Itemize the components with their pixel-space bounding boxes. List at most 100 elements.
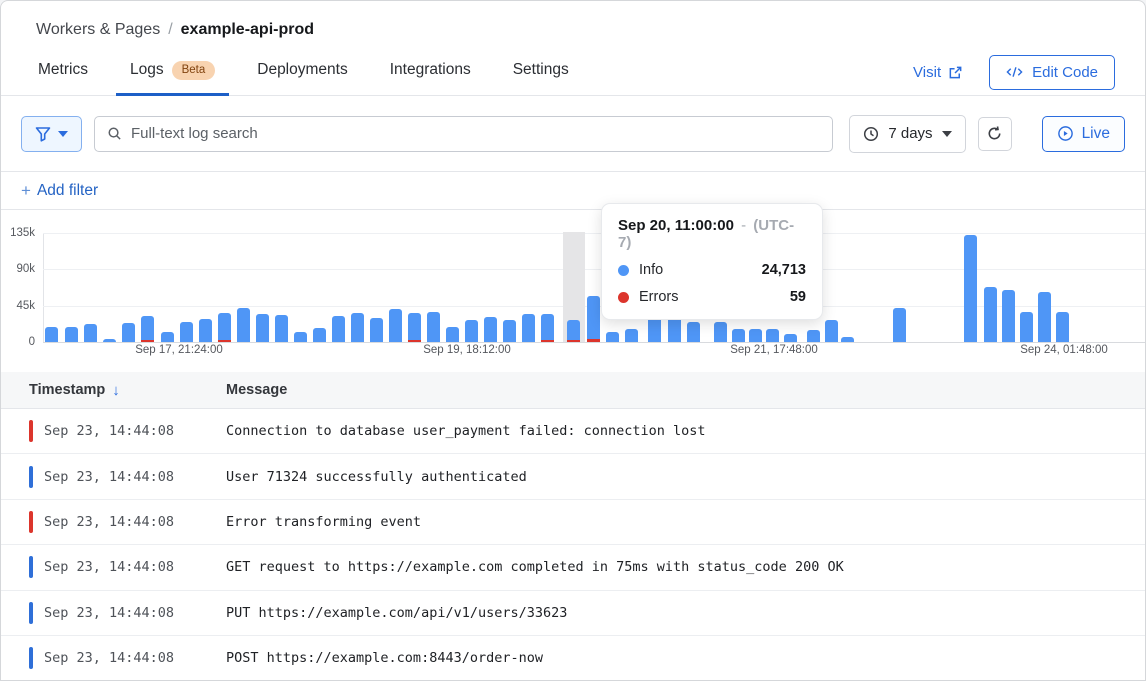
chart-bar[interactable] (964, 235, 977, 342)
series-color-dot (618, 292, 629, 303)
tab-settings[interactable]: Settings (511, 49, 571, 95)
chart-bar[interactable] (218, 313, 231, 342)
chart-bar[interactable] (503, 320, 516, 342)
chart-bar[interactable] (587, 296, 600, 342)
live-button[interactable]: Live (1042, 116, 1125, 152)
chart-bar[interactable] (1038, 292, 1051, 342)
log-row[interactable]: Sep 23, 14:44:08PUT https://example.com/… (1, 591, 1145, 636)
chart-bar[interactable] (841, 337, 854, 342)
chart-bar[interactable] (427, 312, 440, 342)
bar-info-segment (503, 320, 516, 342)
chart-bar[interactable] (256, 314, 269, 342)
chart-bar[interactable] (1020, 312, 1033, 342)
chart-bar[interactable] (45, 327, 58, 342)
chart-bar[interactable] (625, 329, 638, 342)
chart-bar[interactable] (65, 327, 78, 342)
chart-bar[interactable] (687, 322, 700, 342)
chart-bar[interactable] (161, 332, 174, 342)
log-row[interactable]: Sep 23, 14:44:08Connection to database u… (1, 409, 1145, 454)
chart-bar[interactable] (714, 322, 727, 342)
chart-bar[interactable] (199, 319, 212, 342)
tab-integrations[interactable]: Integrations (388, 49, 473, 95)
refresh-button[interactable] (978, 117, 1012, 151)
chart-bar[interactable] (606, 332, 619, 342)
bar-info-segment (122, 323, 135, 342)
tab-deployments[interactable]: Deployments (255, 49, 349, 95)
log-row[interactable]: Sep 23, 14:44:08GET request to https://e… (1, 545, 1145, 590)
chart-bar[interactable] (1056, 312, 1069, 342)
breadcrumb-section[interactable]: Workers & Pages (36, 21, 160, 39)
bar-info-segment (218, 313, 231, 340)
add-filter-button[interactable]: + Add filter (21, 181, 98, 201)
chart-bar[interactable] (784, 334, 797, 342)
chart-bar[interactable] (313, 328, 326, 342)
chart-bar[interactable] (567, 320, 580, 342)
chart-bar[interactable] (370, 318, 383, 342)
chart-bar[interactable] (541, 314, 554, 342)
chart-bar[interactable] (446, 327, 459, 342)
visit-link[interactable]: Visit (913, 64, 963, 81)
chart-bar[interactable] (984, 287, 997, 342)
bar-info-segment (199, 319, 212, 342)
chart-bar[interactable] (1002, 290, 1015, 342)
chart-bar[interactable] (484, 317, 497, 342)
bar-info-segment (687, 322, 700, 342)
chart-bar[interactable] (103, 339, 116, 342)
chart-bar[interactable] (389, 309, 402, 342)
chart-bar[interactable] (749, 329, 762, 342)
chart-bar[interactable] (84, 324, 97, 342)
bar-info-segment (351, 313, 364, 342)
time-range-dropdown[interactable]: 7 days (849, 115, 965, 153)
log-row[interactable]: Sep 23, 14:44:08User 71324 successfully … (1, 454, 1145, 499)
bar-info-segment (1020, 312, 1033, 342)
column-label: Timestamp (29, 382, 105, 398)
bar-info-segment (313, 328, 326, 342)
chart-bar[interactable] (122, 323, 135, 342)
chart-bar[interactable] (294, 332, 307, 342)
chart-bar[interactable] (807, 330, 820, 342)
filter-button[interactable] (21, 116, 82, 152)
log-row[interactable]: Sep 23, 14:44:08POST https://example.com… (1, 636, 1145, 681)
tooltip-title: Sep 20, 11:00:00 - (UTC-7) (618, 217, 806, 251)
series-color-dot (618, 265, 629, 276)
log-timestamp: Sep 23, 14:44:08 (44, 514, 226, 530)
edit-code-button[interactable]: Edit Code (989, 55, 1115, 90)
chart-bar[interactable] (351, 313, 364, 342)
bar-info-segment (332, 316, 345, 342)
bar-info-segment (446, 327, 459, 342)
log-timestamp: Sep 23, 14:44:08 (44, 423, 226, 439)
search-box[interactable] (94, 116, 833, 152)
chart-bar[interactable] (275, 315, 288, 342)
bar-info-segment (522, 314, 535, 342)
bar-info-segment (465, 320, 478, 342)
chart-bar[interactable] (408, 313, 421, 342)
chart-bar[interactable] (825, 320, 838, 342)
log-table-header: Timestamp ↓ Message (1, 372, 1145, 409)
chart-bar[interactable] (732, 329, 745, 342)
sort-desc-icon[interactable]: ↓ (112, 382, 120, 399)
chart-bar[interactable] (332, 316, 345, 342)
tab-metrics[interactable]: Metrics (36, 49, 90, 95)
log-timestamp: Sep 23, 14:44:08 (44, 605, 226, 621)
bar-info-segment (893, 308, 906, 342)
page-title: example-api-prod (181, 21, 314, 39)
chart-bar[interactable] (237, 308, 250, 342)
chart-bar[interactable] (141, 316, 154, 342)
tab-label: Logs (130, 61, 164, 79)
log-timestamp: Sep 23, 14:44:08 (44, 650, 226, 666)
search-input[interactable] (131, 125, 820, 142)
chart-bar[interactable] (465, 320, 478, 342)
chart-bar[interactable] (766, 329, 779, 342)
visit-label: Visit (913, 64, 941, 81)
column-header-message[interactable]: Message (198, 382, 287, 398)
chart-bar[interactable] (522, 314, 535, 342)
tab-logs[interactable]: Logs Beta (128, 49, 217, 96)
chart-bar[interactable] (648, 317, 661, 342)
bar-info-segment (732, 329, 745, 342)
log-row[interactable]: Sep 23, 14:44:08Error transforming event (1, 500, 1145, 545)
workers-logs-page: Workers & Pages / example-api-prod Metri… (0, 0, 1146, 681)
bar-info-segment (370, 318, 383, 342)
chart-bar[interactable] (180, 322, 193, 342)
column-header-timestamp[interactable]: Timestamp ↓ (1, 382, 198, 399)
chart-bar[interactable] (893, 308, 906, 342)
